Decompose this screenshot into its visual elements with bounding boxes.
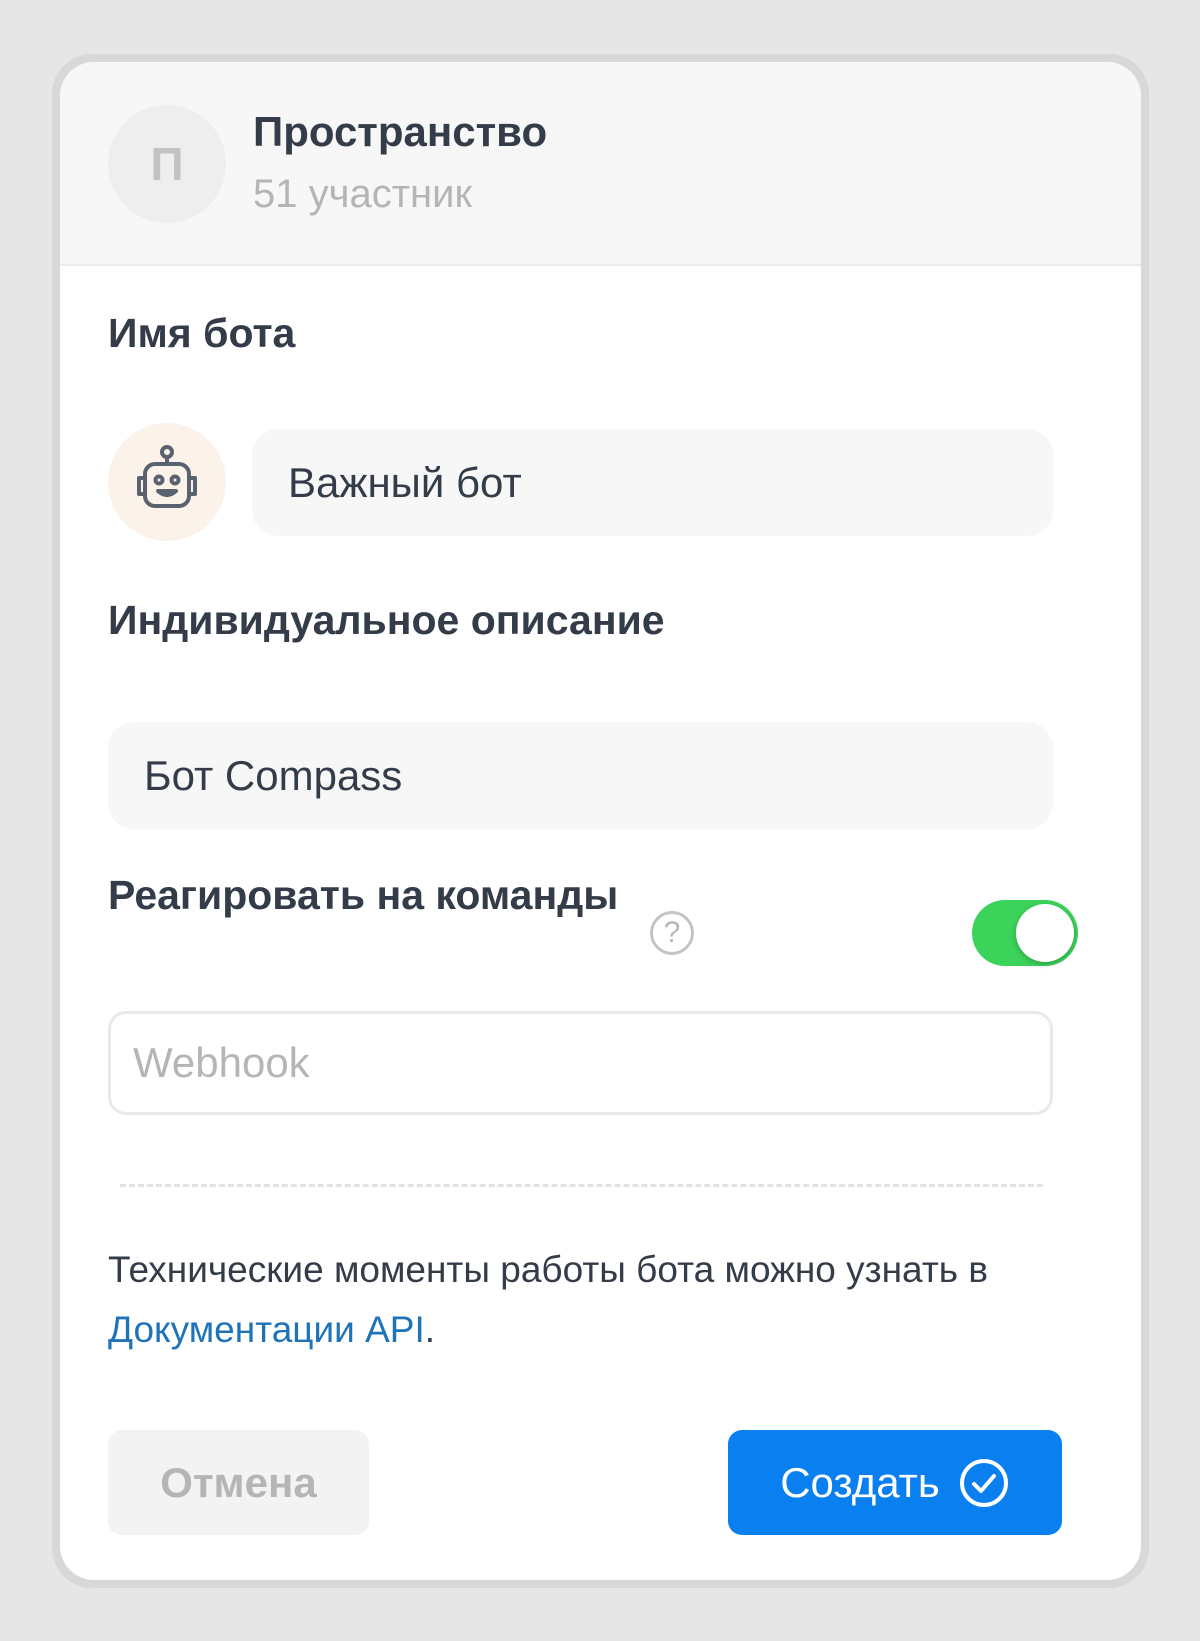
description-label: Индивидуальное описание (108, 597, 665, 643)
bot-name-label: Имя бота (108, 310, 296, 356)
space-avatar: П (108, 105, 226, 223)
space-title: Пространство (253, 108, 548, 155)
question-circle-icon[interactable]: ? (650, 911, 694, 955)
robot-icon (137, 445, 197, 508)
cancel-button[interactable]: Отмена (108, 1430, 369, 1535)
space-header: П Пространство 51 участник (60, 62, 1141, 266)
api-note: Технические моменты работы бота можно уз… (108, 1240, 1008, 1360)
api-note-end: . (424, 1309, 436, 1350)
commands-toggle[interactable] (972, 900, 1078, 966)
space-member-count: 51 участник (253, 172, 472, 216)
bot-avatar-button[interactable] (108, 423, 226, 541)
webhook-input[interactable] (108, 1011, 1053, 1115)
toggle-knob (1016, 904, 1074, 962)
create-bot-dialog: П Пространство 51 участник Имя бота Инди… (60, 62, 1141, 1580)
bot-name-input[interactable] (252, 429, 1053, 536)
check-circle-icon (959, 1458, 1008, 1507)
api-note-text: Технические моменты работы бота можно уз… (108, 1249, 988, 1290)
create-button[interactable]: Создать (728, 1430, 1062, 1535)
divider (120, 1184, 1043, 1187)
api-docs-link[interactable]: Документации API (108, 1309, 425, 1350)
create-button-label: Создать (780, 1458, 940, 1506)
commands-label: Реагировать на команды (108, 872, 619, 918)
description-input[interactable] (108, 722, 1053, 829)
